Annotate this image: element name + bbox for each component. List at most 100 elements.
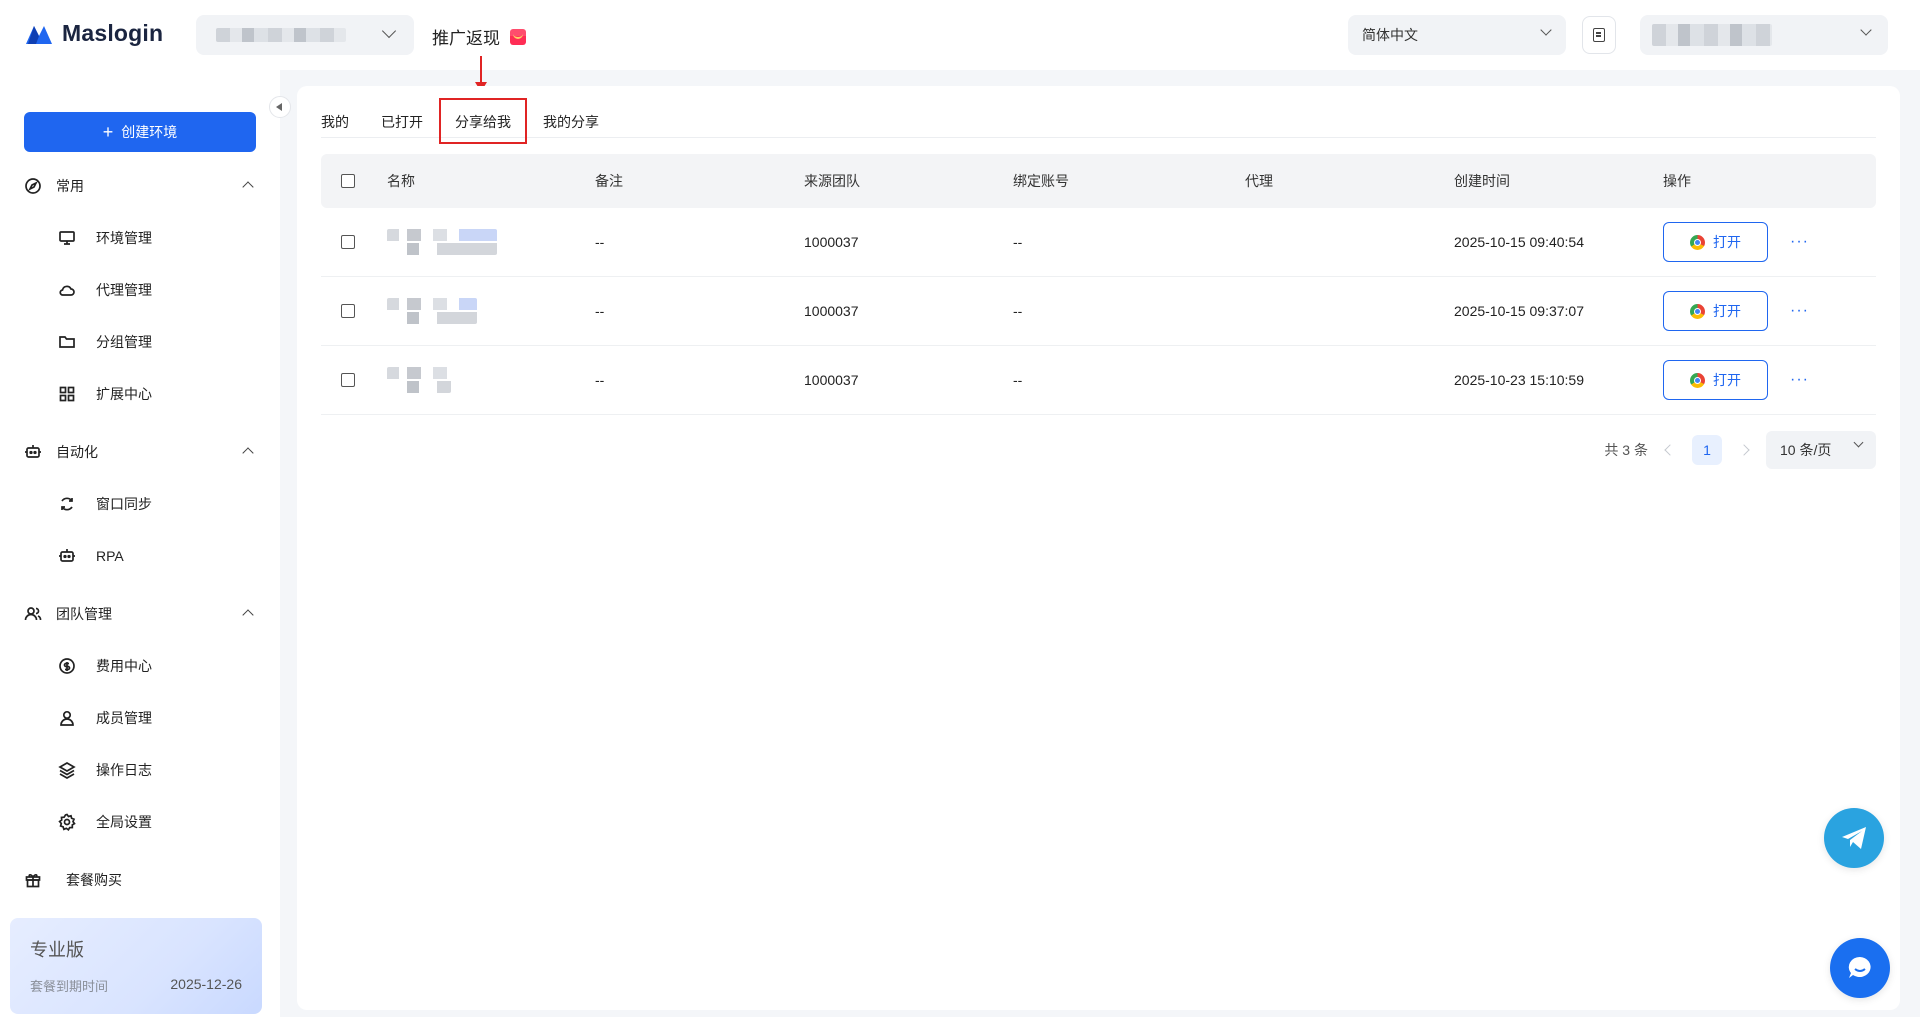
sidebar-item-logs[interactable]: 操作日志: [0, 750, 280, 790]
nav-group-label: 自动化: [56, 444, 98, 460]
nav-item-label: 分组管理: [96, 334, 152, 350]
col-created-time: 创建时间: [1454, 173, 1510, 189]
chevron-up-icon: [242, 181, 254, 193]
tab-my-shares[interactable]: 我的分享: [527, 106, 615, 138]
team-selector[interactable]: [196, 15, 414, 55]
monitor-icon: [58, 229, 76, 247]
cell-source-team: 1000037: [804, 372, 859, 388]
more-options-icon[interactable]: ···: [1790, 372, 1809, 388]
more-options-icon[interactable]: ···: [1790, 303, 1809, 319]
sidebar-item-groups[interactable]: 分组管理: [0, 322, 280, 362]
open-button-label: 打开: [1713, 303, 1741, 319]
row-checkbox[interactable]: [341, 304, 355, 318]
chrome-icon: [1690, 303, 1705, 319]
document-icon: [1593, 28, 1605, 42]
caret-left-icon: [276, 103, 282, 111]
open-button-label: 打开: [1713, 372, 1741, 388]
cell-created-time: 2025-10-23 15:10:59: [1454, 372, 1584, 388]
sidebar-item-proxies[interactable]: 代理管理: [0, 270, 280, 310]
nav-group-label: 团队管理: [56, 606, 112, 622]
chevron-down-icon: [381, 23, 397, 39]
open-button[interactable]: 打开: [1663, 360, 1768, 400]
chat-support-button[interactable]: [1830, 938, 1890, 998]
chrome-icon: [1690, 234, 1705, 250]
team-name-redacted: [216, 28, 346, 42]
nav-item-label: 窗口同步: [96, 496, 152, 512]
telegram-icon: [1842, 827, 1866, 849]
logo[interactable]: Maslogin: [24, 20, 163, 47]
gift-box-icon: [24, 871, 42, 889]
language-selector[interactable]: 简体中文: [1348, 15, 1566, 55]
language-label: 简体中文: [1362, 27, 1418, 43]
nav-group-team[interactable]: 团队管理: [0, 594, 280, 634]
nav-item-label: 环境管理: [96, 230, 152, 246]
nav-group-label: 常用: [56, 178, 84, 194]
more-options-icon[interactable]: ···: [1790, 234, 1809, 250]
package-label: 套餐购买: [66, 872, 122, 888]
page-size-select[interactable]: 10 条/页: [1766, 431, 1876, 469]
page-size-label: 10 条/页: [1780, 442, 1832, 458]
layers-icon: [58, 761, 76, 779]
sidebar-item-package[interactable]: 套餐购买: [0, 860, 280, 900]
chevron-up-icon: [242, 447, 254, 459]
nav-item-label: 操作日志: [96, 762, 152, 778]
tab-opened[interactable]: 已打开: [365, 106, 439, 138]
cell-note: --: [595, 372, 605, 388]
user-name-redacted: [1652, 24, 1772, 46]
table-row: -- 1000037 -- 2025-10-15 09:37:07 打开 ···: [321, 277, 1876, 346]
plan-expire-label: 套餐到期时间: [30, 979, 109, 994]
logo-text: Maslogin: [62, 20, 164, 46]
cell-bound-account: --: [1013, 372, 1023, 388]
promo-label: 推广返现: [432, 29, 500, 48]
open-button[interactable]: 打开: [1663, 291, 1768, 331]
gear-icon: [58, 813, 76, 831]
chevron-down-icon: [1540, 24, 1552, 36]
create-environment-button[interactable]: + 创建环境: [24, 112, 256, 152]
pagination-total: 共 3 条: [1604, 442, 1648, 458]
row-checkbox[interactable]: [341, 235, 355, 249]
telegram-button[interactable]: [1824, 808, 1884, 868]
next-page-icon[interactable]: [1738, 444, 1750, 456]
tab-mine[interactable]: 我的: [321, 106, 365, 138]
cloud-icon: [58, 281, 76, 299]
sidebar-item-window-sync[interactable]: 窗口同步: [0, 484, 280, 524]
select-all-checkbox[interactable]: [341, 174, 355, 188]
promo-link[interactable]: 推广返现: [432, 24, 526, 49]
cell-created-time: 2025-10-15 09:40:54: [1454, 234, 1584, 250]
cell-bound-account: --: [1013, 234, 1023, 250]
nav-group-automation[interactable]: 自动化: [0, 432, 280, 472]
compass-icon: [24, 177, 42, 195]
prev-page-icon[interactable]: [1664, 444, 1676, 456]
main-panel: 我的 已打开 分享给我 我的分享 名称 备注 来源团队 绑定账号 代理 创建时间…: [297, 86, 1900, 1010]
col-source-team: 来源团队: [804, 173, 860, 189]
plan-expire-row: 套餐到期时间 2025-12-26: [30, 976, 242, 995]
nav-item-label: 代理管理: [96, 282, 152, 298]
sidebar-item-settings[interactable]: 全局设置: [0, 802, 280, 842]
maslogin-logo-icon: [26, 25, 52, 44]
page-number-button[interactable]: 1: [1692, 435, 1722, 465]
open-button-label: 打开: [1713, 234, 1741, 250]
sidebar-item-extensions[interactable]: 扩展中心: [0, 374, 280, 414]
sidebar-item-rpa[interactable]: RPA: [0, 536, 280, 576]
nav-item-label: 费用中心: [96, 658, 152, 674]
open-button[interactable]: 打开: [1663, 222, 1768, 262]
nav-group-common[interactable]: 常用: [0, 166, 280, 206]
user-menu[interactable]: [1640, 15, 1888, 55]
plan-name: 专业版: [30, 940, 84, 960]
sidebar-item-environments[interactable]: 环境管理: [0, 218, 280, 258]
env-name-redacted: [387, 298, 477, 324]
scrollbar[interactable]: [1904, 70, 1920, 1017]
sidebar: + 创建环境 常用 环境管理 代理管理 分组管理 扩展中心 自动化 窗口同步 R…: [0, 70, 280, 1017]
sync-icon: [58, 495, 76, 513]
sidebar-item-members[interactable]: 成员管理: [0, 698, 280, 738]
tab-divider: [321, 137, 1876, 138]
grid-icon: [58, 385, 76, 403]
col-bound-account: 绑定账号: [1013, 173, 1069, 189]
docs-button[interactable]: [1582, 16, 1616, 54]
sidebar-collapse-button[interactable]: [269, 96, 291, 118]
sidebar-item-billing[interactable]: 费用中心: [0, 646, 280, 686]
row-checkbox[interactable]: [341, 373, 355, 387]
pagination: 共 3 条 1 10 条/页: [1604, 431, 1876, 469]
cell-created-time: 2025-10-15 09:37:07: [1454, 303, 1584, 319]
plus-icon: +: [102, 122, 114, 142]
